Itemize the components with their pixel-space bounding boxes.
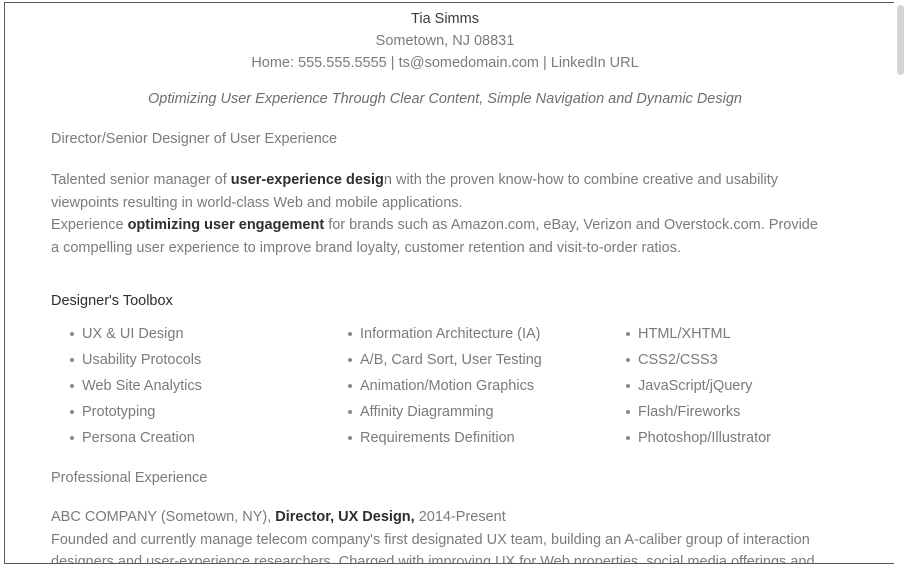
experience-description: Founded and currently manage telecom com… — [51, 531, 815, 564]
experience-company: ABC COMPANY (Sometown, NY), — [51, 509, 276, 525]
list-item: Animation/Motion Graphics — [329, 373, 607, 399]
list-item: Requirements Definition — [329, 425, 607, 451]
toolbox-heading: Designer's Toolbox — [51, 293, 173, 309]
scrollbar-thumb[interactable] — [897, 5, 904, 75]
list-item: HTML/XHTML — [607, 321, 857, 347]
list-item: Photoshop/Illustrator — [607, 425, 857, 451]
list-item: A/B, Card Sort, User Testing — [329, 347, 607, 373]
list-item: UX & UI Design — [51, 321, 329, 347]
vertical-scrollbar[interactable] — [894, 0, 907, 572]
resume-address: Sometown, NJ 08831 — [375, 33, 515, 49]
toolbox-column-3: HTML/XHTML CSS2/CSS3 JavaScript/jQuery F… — [607, 321, 857, 451]
toolbox-column-2: Information Architecture (IA) A/B, Card … — [329, 321, 607, 451]
document-page: Tia Simms Sometown, NJ 08831 Home: 555.5… — [4, 2, 898, 564]
experience-entry-header: ABC COMPANY (Sometown, NY), Director, UX… — [5, 506, 885, 529]
list-item: Usability Protocols — [51, 347, 329, 373]
list-item: Prototyping — [51, 399, 329, 425]
list-item: Flash/Fireworks — [607, 399, 857, 425]
resume-job-title: Director/Senior Designer of User Experie… — [51, 131, 338, 147]
list-item: Affinity Diagramming — [329, 399, 607, 425]
experience-dates: 2014-Present — [414, 509, 506, 525]
list-item: Information Architecture (IA) — [329, 321, 607, 347]
summary-p1-emphasis: user-experience desig — [230, 172, 384, 188]
list-item: CSS2/CSS3 — [607, 347, 857, 373]
summary-p1-lead: Talented senior manager of — [51, 172, 231, 188]
toolbox-columns: UX & UI Design Usability Protocols Web S… — [5, 321, 885, 451]
summary-paragraph-2: Experience optimizing user engagement fo… — [5, 214, 885, 259]
toolbox-column-1: UX & UI Design Usability Protocols Web S… — [51, 321, 329, 451]
experience-role: Director, UX Design, — [275, 509, 415, 525]
toolbox-list-2: Information Architecture (IA) A/B, Card … — [329, 321, 607, 451]
summary-p2-emphasis: optimizing user engagement — [127, 217, 325, 233]
toolbox-list-3: HTML/XHTML CSS2/CSS3 JavaScript/jQuery F… — [607, 321, 857, 451]
list-item: Web Site Analytics — [51, 373, 329, 399]
resume-candidate-name: Tia Simms — [411, 11, 479, 27]
toolbox-list-1: UX & UI Design Usability Protocols Web S… — [51, 321, 329, 451]
list-item: Persona Creation — [51, 425, 329, 451]
resume-tagline: Optimizing User Experience Through Clear… — [148, 91, 742, 107]
document-body: Tia Simms Sometown, NJ 08831 Home: 555.5… — [5, 3, 885, 564]
summary-paragraph-1: Talented senior manager of user-experien… — [5, 169, 885, 214]
summary-p2-lead: Experience — [51, 217, 128, 233]
list-item: JavaScript/jQuery — [607, 373, 857, 399]
resume-contact-line: Home: 555.555.5555 | ts@somedomain.com |… — [251, 55, 639, 71]
experience-heading: Professional Experience — [51, 470, 208, 486]
